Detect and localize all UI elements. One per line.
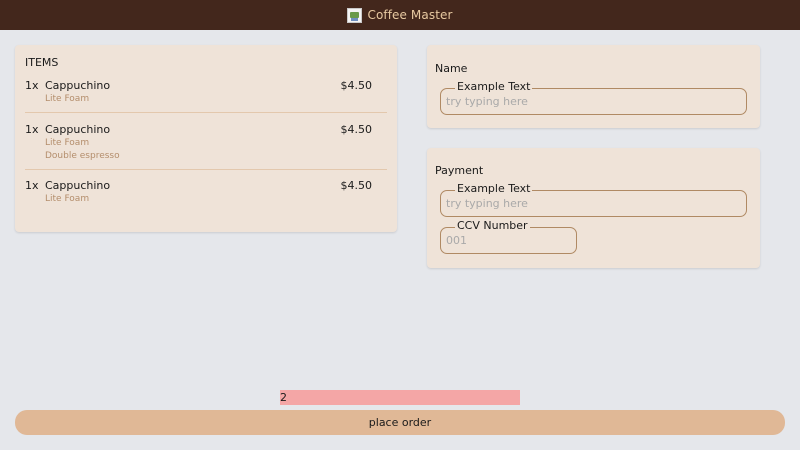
item-quantity: 1x bbox=[25, 123, 39, 136]
payment-card: Payment Example Text CCV Number bbox=[427, 148, 760, 268]
item-modifier: Lite Foam bbox=[45, 194, 90, 204]
ccv-field: CCV Number bbox=[440, 220, 577, 254]
app-title: Coffee Master bbox=[367, 8, 453, 22]
item-name: Cappuchino bbox=[45, 79, 111, 92]
name-field: Example Text bbox=[440, 81, 747, 115]
item-price: $4.50 bbox=[340, 79, 373, 92]
order-items-card: ITEMS 1x Cappuchino $4.50 Lite Foam 1x C… bbox=[15, 45, 397, 232]
item-name: Cappuchino bbox=[45, 179, 111, 192]
item-divider bbox=[25, 169, 387, 170]
card-number-input[interactable] bbox=[446, 191, 741, 216]
item-name: Cappuchino bbox=[45, 123, 111, 136]
item-divider bbox=[25, 112, 387, 113]
item-modifier: Double espresso bbox=[45, 151, 120, 161]
item-quantity: 1x bbox=[25, 179, 39, 192]
broken-image-icon bbox=[347, 7, 363, 23]
item-modifier: Lite Foam bbox=[45, 94, 90, 104]
card-number-field: Example Text bbox=[440, 183, 747, 217]
ccv-input[interactable] bbox=[446, 228, 571, 253]
items-heading: ITEMS bbox=[25, 56, 59, 69]
item-modifier: Lite Foam bbox=[45, 138, 90, 148]
place-order-button[interactable]: place order bbox=[15, 410, 785, 435]
item-price: $4.50 bbox=[340, 123, 373, 136]
cart-count-badge: 2 bbox=[280, 390, 520, 405]
app-header: Coffee Master bbox=[0, 0, 800, 30]
payment-label: Payment bbox=[435, 164, 484, 177]
name-card: Name Example Text bbox=[427, 45, 760, 128]
name-input[interactable] bbox=[446, 89, 741, 114]
item-quantity: 1x bbox=[25, 79, 39, 92]
item-price: $4.50 bbox=[340, 179, 373, 192]
name-label: Name bbox=[435, 62, 468, 75]
